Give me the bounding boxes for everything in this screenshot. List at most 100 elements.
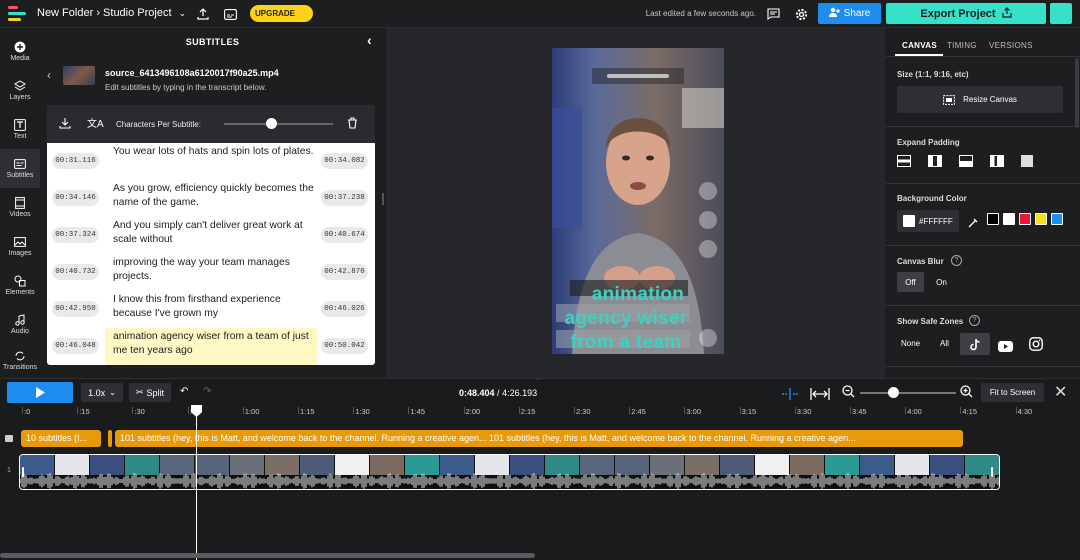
subtitle-row[interactable]: 00:40.732 improving the way your team ma… (47, 254, 375, 291)
clip-trim-handle-right[interactable] (991, 467, 993, 477)
blur-off-button[interactable]: Off (897, 272, 924, 292)
tab-canvas[interactable]: CANVAS (902, 41, 937, 50)
color-swatch-red[interactable] (1019, 213, 1031, 225)
subtitle-start-time[interactable]: 00:42.950 (52, 301, 99, 317)
subtitle-end-time[interactable]: 00:50.042 (321, 338, 368, 354)
clip-trim-handle-left[interactable] (22, 467, 24, 477)
ruler-tick-mark (518, 407, 520, 414)
trash-icon[interactable] (347, 116, 358, 134)
breadcrumb-folder[interactable]: New Folder (37, 7, 93, 19)
video-preview[interactable]: animation agency wiser from a team (552, 48, 724, 354)
subtitle-text[interactable]: And you simply can't deliver great work … (113, 219, 318, 247)
eyedropper-icon[interactable] (968, 215, 979, 233)
safe-zone-tiktok[interactable] (960, 333, 990, 355)
help-icon[interactable]: ? (951, 255, 962, 266)
nav-audio[interactable]: Audio (0, 305, 40, 344)
slider-handle[interactable] (265, 118, 277, 129)
subtitle-text[interactable]: As you grow, efficiency quickly becomes … (113, 182, 318, 210)
ruler-tick-label: 1:15 (300, 407, 315, 416)
subtitle-row[interactable]: 00:42.950 I know this from firsthand exp… (47, 291, 375, 328)
translate-icon[interactable]: 文A (87, 115, 104, 130)
padding-bottom-icon[interactable] (959, 155, 973, 167)
subtitle-start-time[interactable]: 00:34.146 (52, 190, 99, 206)
nav-images[interactable]: Images (0, 227, 40, 266)
tab-versions[interactable]: VERSIONS (989, 41, 1033, 50)
padding-top-bottom-icon[interactable] (897, 155, 911, 167)
padding-none-icon[interactable] (1021, 155, 1033, 167)
video-thumbnail-frame (965, 455, 999, 475)
subtitle-text[interactable]: improving the way your team manages proj… (113, 256, 318, 284)
nav-transitions[interactable]: Transitions (0, 344, 40, 378)
padding-sides-icon[interactable] (928, 155, 942, 167)
panel-resize-handle[interactable] (382, 193, 384, 205)
ruler-tick-mark (298, 407, 299, 414)
subtitle-text[interactable]: animation agency wiser from a team of ju… (113, 330, 318, 358)
subtitle-end-time[interactable]: 00:46.026 (321, 301, 368, 317)
subtitle-end-time[interactable]: 00:34.082 (321, 153, 368, 169)
subtitle-row[interactable]: 00:31.116 You wear lots of hats and spin… (47, 143, 375, 180)
blur-on-button[interactable]: On (928, 272, 955, 292)
download-icon[interactable] (59, 116, 71, 134)
panel-scrollbar[interactable] (1075, 58, 1079, 128)
subtitle-row[interactable]: 00:34.146 As you grow, efficiency quickl… (47, 180, 375, 217)
export-project-button[interactable]: Export Project (886, 3, 1046, 24)
section-divider (886, 126, 1080, 127)
nav-transitions-label: Transitions (3, 364, 37, 371)
subtitle-row[interactable]: 00:37.324 And you simply can't deliver g… (47, 217, 375, 254)
subtitle-clip[interactable]: 10 subtitles (I... (21, 430, 101, 447)
comment-icon[interactable] (765, 6, 781, 22)
color-swatch-blue[interactable] (1051, 213, 1063, 225)
color-swatch-black[interactable] (987, 213, 999, 225)
upgrade-button[interactable]: UPGRADE ⚡ (250, 5, 313, 22)
subtitle-end-time[interactable]: 00:37.238 (321, 190, 368, 206)
subtitle-start-time[interactable]: 00:31.116 (52, 153, 99, 169)
safe-zone-none[interactable]: None (901, 339, 920, 348)
instagram-icon[interactable] (1029, 337, 1043, 356)
subtitle-clip-handle[interactable] (108, 430, 112, 447)
collapse-panel-icon[interactable]: ‹ (367, 32, 372, 48)
upload-icon[interactable] (195, 6, 211, 22)
chars-per-subtitle-slider[interactable] (224, 123, 333, 125)
time-ruler[interactable]: :0:15:30:451:001:151:301:452:002:152:302… (0, 379, 1080, 419)
subtitle-text[interactable]: You wear lots of hats and spin lots of p… (113, 145, 318, 159)
subtitles-icon (14, 159, 26, 169)
color-swatch-yellow[interactable] (1035, 213, 1047, 225)
youtube-icon[interactable] (998, 339, 1013, 357)
chevron-down-icon[interactable]: ⌄ (179, 8, 187, 18)
kapwing-logo[interactable] (8, 6, 30, 22)
subtitle-end-time[interactable]: 00:40.674 (321, 227, 368, 243)
ruler-tick-label: 1:30 (355, 407, 370, 416)
nav-audio-label: Audio (11, 328, 29, 335)
nav-subtitles[interactable]: Subtitles (0, 149, 40, 188)
subtitle-end-time[interactable]: 00:42.870 (321, 264, 368, 280)
subtitle-row[interactable]: 00:46.048 animation agency wiser from a … (47, 328, 375, 365)
subtitle-start-time[interactable]: 00:46.048 (52, 338, 99, 354)
canvas-settings-panel: CANVAS TIMING VERSIONS Size (1:1, 9:16, … (886, 28, 1080, 378)
back-arrow-icon[interactable]: ‹ (47, 68, 51, 82)
nav-layers[interactable]: Layers (0, 71, 40, 110)
nav-media[interactable]: Media (0, 32, 40, 71)
subtitle-clip[interactable]: 101 subtitles (hey, this is Matt, and we… (115, 430, 963, 447)
nav-text[interactable]: Text (0, 110, 40, 149)
subtitle-start-time[interactable]: 00:40.732 (52, 264, 99, 280)
project-name[interactable]: Studio Project (103, 7, 171, 19)
subtitles-icon[interactable] (222, 6, 238, 22)
background-color-input[interactable]: #FFFFFF (897, 210, 959, 232)
safe-zone-all[interactable]: All (940, 339, 949, 348)
gear-icon[interactable] (793, 6, 809, 22)
subtitle-text[interactable]: I know this from firsthand experience be… (113, 293, 318, 321)
share-button[interactable]: Share (818, 3, 881, 24)
padding-left-icon[interactable] (990, 155, 1004, 167)
playhead-line[interactable] (196, 405, 197, 560)
nav-videos[interactable]: Videos (0, 188, 40, 227)
video-track-clip[interactable] (19, 454, 1000, 490)
nav-elements[interactable]: Elements (0, 266, 40, 305)
subtitle-start-time[interactable]: 00:37.324 (52, 227, 99, 243)
export-options-button[interactable] (1050, 3, 1072, 24)
timeline-horizontal-scrollbar[interactable] (0, 553, 535, 558)
tab-timing[interactable]: TIMING (947, 41, 977, 50)
color-swatch-white[interactable] (1003, 213, 1015, 225)
resize-canvas-button[interactable]: Resize Canvas (897, 86, 1063, 113)
help-icon[interactable]: ? (969, 315, 980, 326)
file-name: source_6413496108a6120017f90a25.mp4 (105, 68, 279, 78)
